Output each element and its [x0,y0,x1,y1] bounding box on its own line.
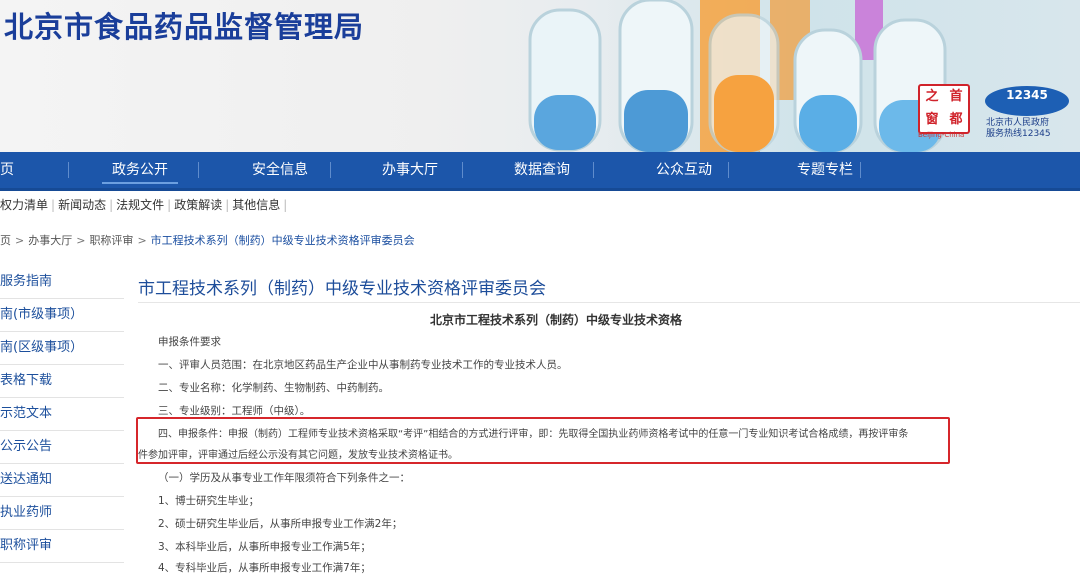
nav-service-hall[interactable]: 办事大厅 [365,152,455,188]
paragraph-item-2: 2、硕士研究生毕业后，从事所申报专业工作满2年； [158,518,403,530]
nav-safety-info[interactable]: 安全信息 [235,152,325,188]
breadcrumb-title-review[interactable]: 职称评审 [89,234,133,247]
nav-divider [330,162,331,178]
site-banner: 北京市食品药品监督管理局 之 首 窗 都 Beijing-China 12345… [0,0,1080,152]
title-divider [138,302,1080,303]
breadcrumb-current[interactable]: 市工程技术系列（制药）中级专业技术资格评审委员会 [151,234,415,247]
paragraph-scope: 一、评审人员范围：在北京地区药品生产企业中从事制药专业技术工作的专业技术人员。 [158,359,568,371]
paragraph-item-1: 1、博士研究生毕业； [158,495,260,507]
paragraph-item-3: 3、本科毕业后，从事所申报专业工作满5年； [158,541,371,553]
sidebar-item-delivery-notice[interactable]: 送达通知 [0,464,124,497]
page-title: 市工程技术系列（制药）中级专业技术资格评审委员会 [138,279,546,299]
nav-public-interaction[interactable]: 公众互动 [639,152,729,188]
nav-divider [198,162,199,178]
sidebar-item-district-matters[interactable]: 南(区级事项） [0,332,124,365]
sidebar-item-title-review[interactable]: 职称评审 [0,530,124,563]
paragraph-education: （一）学历及从事专业工作年限须符合下列条件之一： [158,472,410,484]
paragraph-conditions-line1: 四、申报条件：申报（制药）工程师专业技术资格采取“考评”相结合的方式进行评审，即… [158,429,909,440]
sidebar-item-form-download[interactable]: 表格下载 [0,365,124,398]
nav-gov-affairs[interactable]: 政务公开 [95,152,185,188]
sidebar-item-pharmacist[interactable]: 执业药师 [0,497,124,530]
hotline-caption: 北京市人民政府 服务热线12345 [986,118,1051,139]
nav-home[interactable]: 页 [0,152,14,188]
subnav-other[interactable]: 其他信息 [232,198,280,212]
breadcrumb-service-hall[interactable]: 办事大厅 [28,234,72,247]
sidebar-item-sample-text[interactable]: 示范文本 [0,398,124,431]
breadcrumb-home[interactable]: 页 [0,234,11,247]
sidebar: 服务指南 南(市级事项） 南(区级事项） 表格下载 示范文本 公示公告 送达通知… [0,266,124,563]
site-title: 北京市食品药品监督管理局 [4,10,365,44]
sidebar-item-city-matters[interactable]: 南(市级事项） [0,299,124,332]
sub-navigation: 权力清单 | 新闻动态 | 法规文件 | 政策解读 | 其他信息 | [0,198,288,212]
capital-window-logo[interactable]: 之 首 窗 都 [918,84,970,134]
breadcrumb: 页 > 办事大厅 > 职称评审 > 市工程技术系列（制药）中级专业技术资格评审委员会 [0,234,415,247]
requirements-heading: 申报条件要求 [158,336,221,348]
subnav-regulations[interactable]: 法规文件 [116,198,164,212]
nav-divider [728,162,729,178]
test-tubes-illustration [528,0,947,152]
nav-special-topics[interactable]: 专题专栏 [780,152,870,188]
nav-divider [462,162,463,178]
subnav-news[interactable]: 新闻动态 [58,198,106,212]
subnav-power-list[interactable]: 权力清单 [0,198,48,212]
paragraph-conditions-line2: 件参加评审，评审通过后经公示没有其它问题，发放专业技术资格证书。 [138,450,458,461]
main-navigation: 页 政务公开 安全信息 办事大厅 数据查询 公众互动 专题专栏 [0,152,1080,191]
paragraph-level: 三、专业级别：工程师（中级）。 [158,405,311,417]
nav-divider [593,162,594,178]
hotline-logo[interactable]: 12345 [985,86,1069,116]
paragraph-specialty: 二、专业名称：化学制药、生物制药、中药制药。 [158,382,389,394]
subnav-policy[interactable]: 政策解读 [174,198,222,212]
sidebar-item-announcements[interactable]: 公示公告 [0,431,124,464]
paragraph-item-4: 4、专科毕业后，从事所申报专业工作满7年； [158,562,371,574]
seal-subtitle: Beijing-China [918,131,965,139]
nav-data-query[interactable]: 数据查询 [497,152,587,188]
nav-divider [860,162,861,178]
nav-divider [68,162,69,178]
sidebar-item-service-guide[interactable]: 服务指南 [0,266,124,299]
document-title: 北京市工程技术系列（制药）中级专业技术资格 [429,313,682,327]
